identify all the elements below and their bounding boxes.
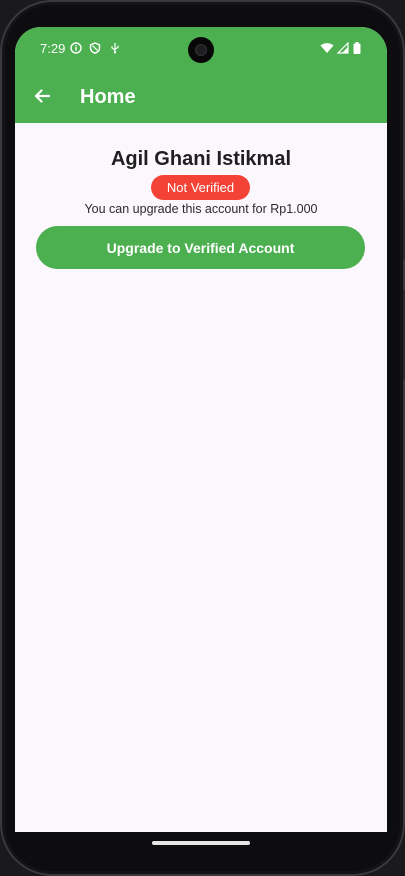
system-nav-bar (15, 832, 387, 854)
status-bar: 7:29 (15, 27, 387, 72)
app-header: 7:29 Home (15, 27, 387, 123)
home-gesture-handle[interactable] (152, 841, 250, 845)
shield-icon (89, 41, 101, 59)
signal-icon (336, 41, 349, 59)
page-title: Home (80, 86, 136, 108)
upgrade-verified-button[interactable]: Upgrade to Verified Account (36, 226, 365, 269)
battery-icon (353, 41, 361, 59)
info-icon (70, 41, 82, 59)
arrow-left-icon (33, 87, 51, 110)
phone-frame: 7:29 Home Agil Ghani Istikmal Not Verifi… (0, 0, 405, 876)
screen: 7:29 Home Agil Ghani Istikmal Not Verifi… (15, 27, 387, 832)
main-content: Agil Ghani Istikmal Not Verified You can… (15, 123, 387, 832)
front-camera (188, 37, 214, 63)
app-bar: Home (15, 75, 387, 123)
status-time: 7:29 (40, 41, 66, 56)
upgrade-info-text: You can upgrade this account for Rp1.000 (84, 202, 318, 216)
back-button[interactable] (27, 83, 57, 113)
usb-debug-icon (110, 41, 120, 59)
wifi-icon (320, 41, 334, 59)
user-name: Agil Ghani Istikmal (110, 148, 292, 170)
status-badge: Not Verified (151, 175, 250, 200)
